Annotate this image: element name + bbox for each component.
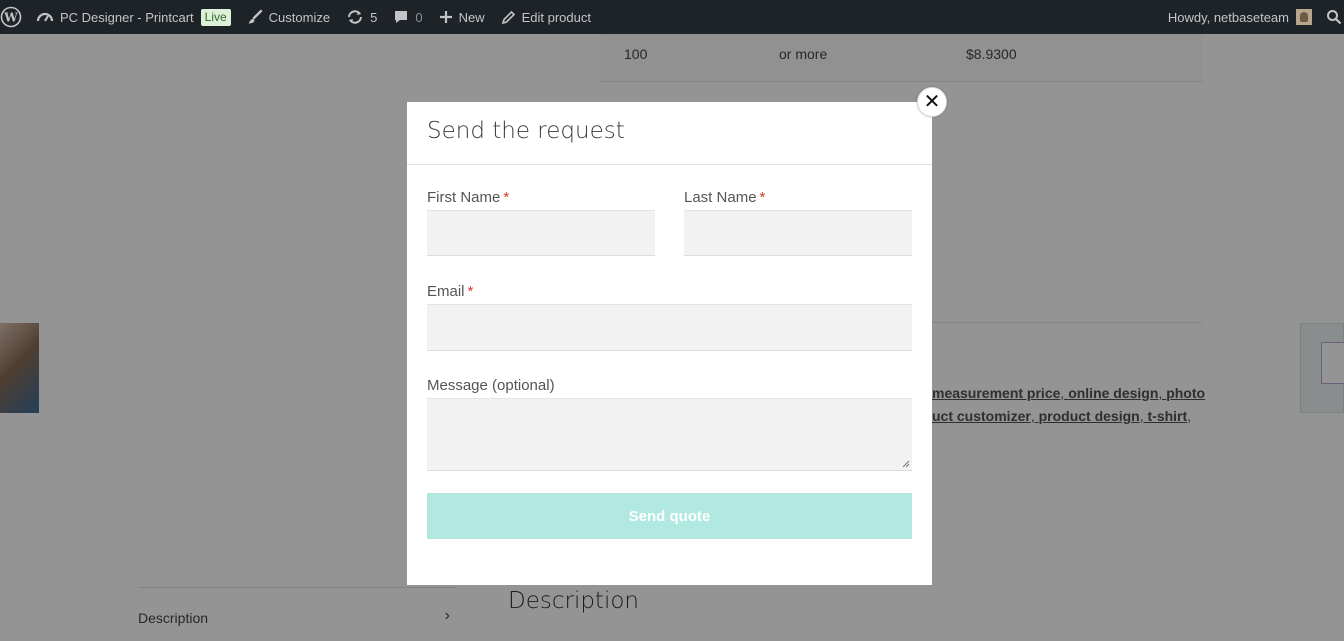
comments-link[interactable]: 0 [385,0,430,34]
required-mark: * [759,189,766,206]
wordpress-logo-icon[interactable]: W [0,0,28,34]
first-name-label: First Name * [427,189,509,206]
customize-link[interactable]: Customize [239,0,338,34]
updates-link[interactable]: 5 [338,0,385,34]
send-quote-button[interactable]: Send quote [427,493,912,539]
edit-product-label: Edit product [521,9,591,25]
admin-bar: W PC Designer - Printcart Live Customize… [0,0,1344,34]
required-mark: * [503,189,510,206]
last-name-label-text: Last Name [684,189,757,206]
site-name-menu[interactable]: PC Designer - Printcart Live [28,0,239,34]
customize-label: Customize [268,9,331,25]
search-icon [1326,9,1342,25]
resize-grip-icon[interactable] [902,460,910,468]
avatar [1296,9,1312,25]
email-input[interactable] [427,304,912,351]
request-quote-modal: Send the request First Name * Last Name * … [407,102,932,585]
modal-title: Send the request [427,118,625,144]
account-menu[interactable]: Howdy, netbaseteam [1160,0,1318,34]
comment-icon [393,9,409,25]
email-label: Email * [427,283,473,300]
modal-divider [407,164,932,165]
brush-icon [247,9,263,25]
required-mark: * [467,283,474,300]
howdy-text: Howdy, netbaseteam [1167,9,1289,25]
svg-text:W: W [3,11,18,25]
message-label: Message (optional) [427,377,555,394]
first-name-label-text: First Name [427,189,501,206]
comments-count: 0 [415,9,423,25]
pencil-icon [501,10,516,25]
message-textarea[interactable] [427,398,912,471]
edit-product-link[interactable]: Edit product [493,0,599,34]
live-badge: Live [200,8,231,26]
close-modal-button[interactable]: ✕ [917,87,947,117]
first-name-input[interactable] [427,210,655,256]
dashboard-icon [36,9,54,25]
updates-count: 5 [370,9,378,25]
search-button[interactable] [1318,0,1344,34]
new-content-link[interactable]: New [431,0,493,34]
last-name-label: Last Name * [684,189,765,206]
last-name-input[interactable] [684,210,912,256]
updates-icon [346,9,364,25]
close-icon: ✕ [923,91,941,113]
plus-icon [439,10,453,24]
site-name: PC Designer - Printcart [60,9,194,25]
email-label-text: Email [427,283,465,300]
new-label: New [458,9,485,25]
